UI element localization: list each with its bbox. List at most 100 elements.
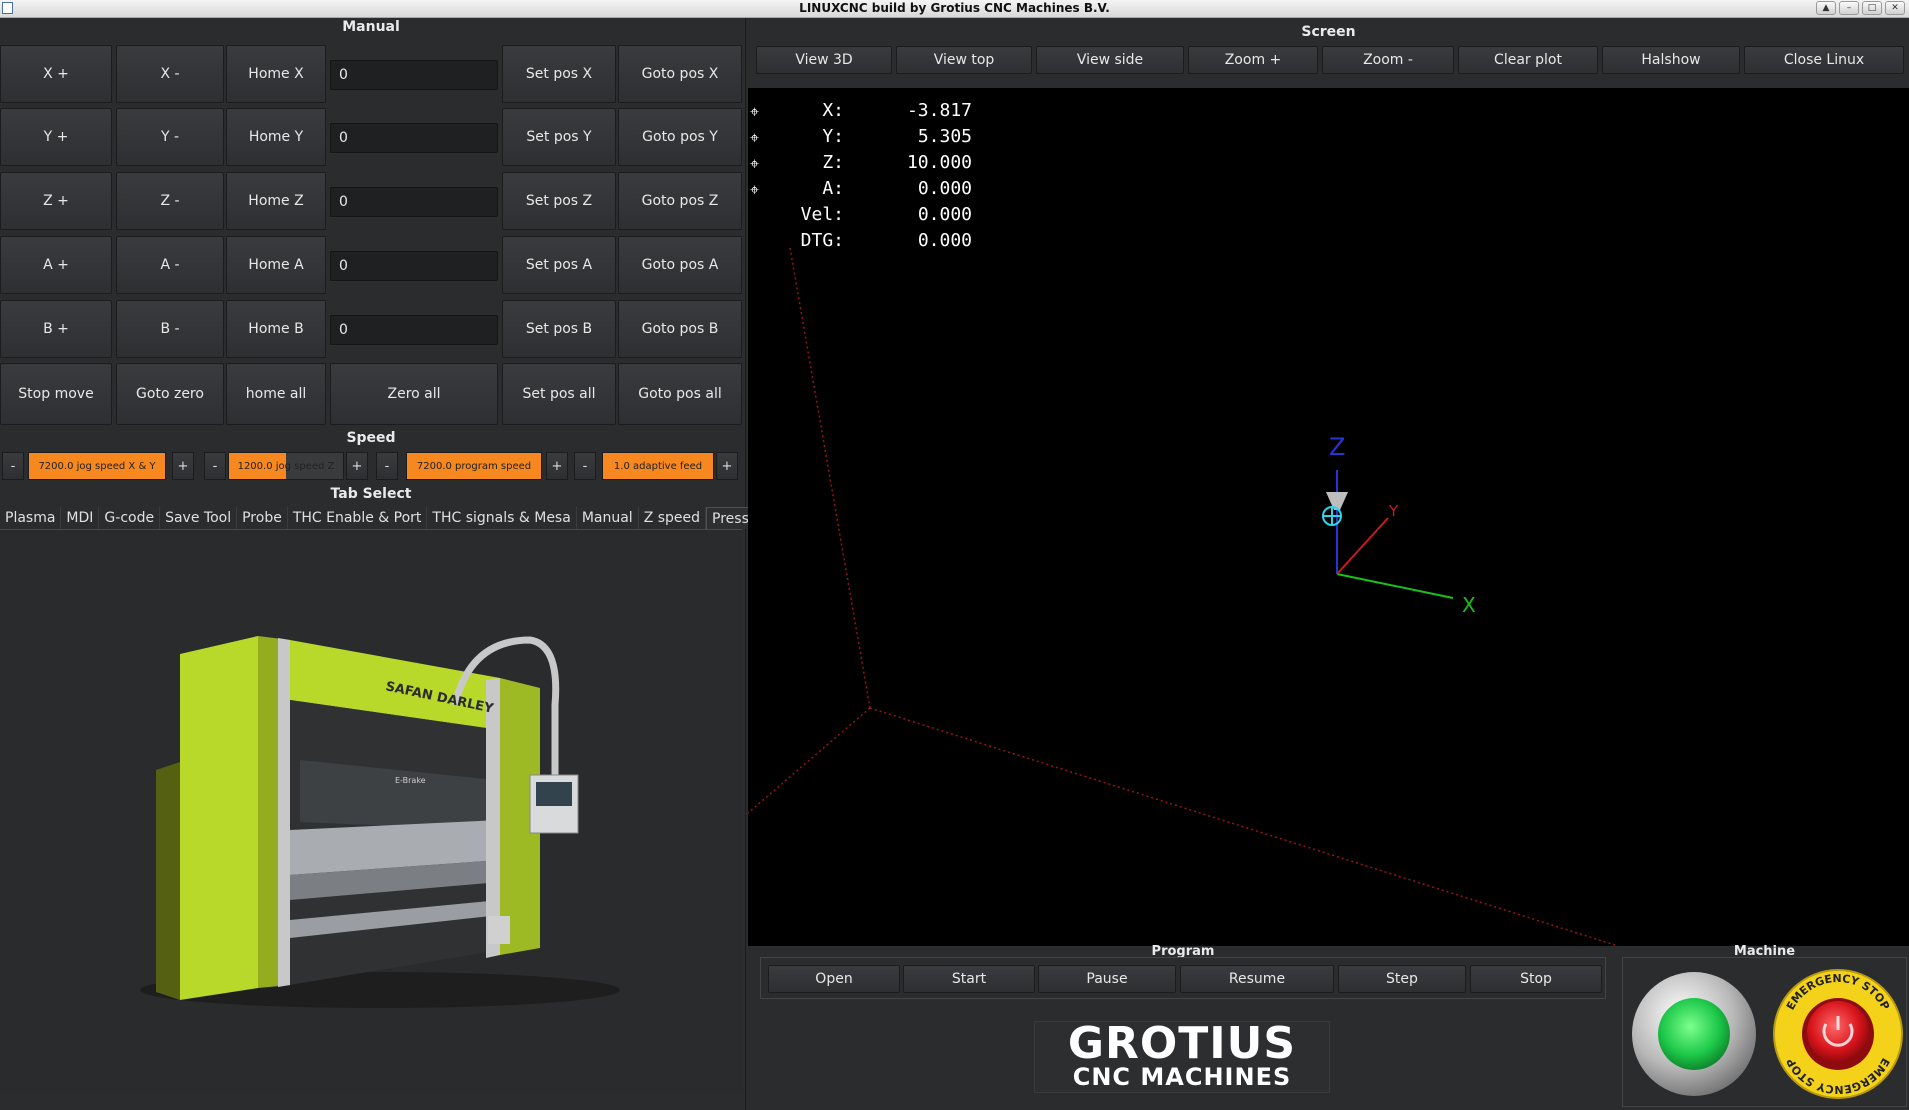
manual-home-button[interactable]: Home A (226, 236, 326, 294)
manual-position-input[interactable]: 0 (330, 315, 498, 345)
set-pos-all-button[interactable]: Set pos all (502, 363, 616, 425)
logo-line2: CNC MACHINES (1072, 1063, 1292, 1091)
program-open-button[interactable]: Open (768, 965, 900, 993)
screen-clear-plot-button[interactable]: Clear plot (1458, 46, 1598, 74)
close-icon[interactable]: ✕ (1885, 1, 1905, 15)
manual-title: Manual (342, 19, 400, 35)
manual-position-input[interactable]: 0 (330, 123, 498, 153)
speed-slider[interactable]: 1200.0 jog speed Z (228, 452, 344, 480)
manual-home-button[interactable]: Home Y (226, 108, 326, 166)
manual-setpos-button[interactable]: Set pos B (502, 300, 616, 358)
manual-home-button[interactable]: Home X (226, 45, 326, 103)
speed-decrease-button[interactable]: - (574, 452, 596, 480)
speed-slider[interactable]: 7200.0 jog speed X & Y (28, 452, 166, 480)
speed-increase-button[interactable]: + (172, 452, 194, 480)
speed-decrease-button[interactable]: - (376, 452, 398, 480)
screen-close-linux-button[interactable]: Close Linux (1744, 46, 1904, 74)
manual-setpos-button[interactable]: Set pos X (502, 45, 616, 103)
tab-save-tool[interactable]: Save Tool (160, 507, 238, 529)
tab-g-code[interactable]: G-code (99, 507, 161, 529)
shade-icon[interactable]: ▲ (1816, 1, 1836, 15)
tab-probe[interactable]: Probe (237, 507, 288, 529)
manual-gotopos-button[interactable]: Goto pos Y (618, 108, 742, 166)
manual-minus-button[interactable]: X - (116, 45, 224, 103)
speed-increase-button[interactable]: + (546, 452, 568, 480)
manual-plus-button[interactable]: Z + (0, 172, 112, 230)
plot-viewport[interactable]: Z Y X ⌖ X: -3.817 ⌖ Y: 5.305 ⌖ Z: 10.000 ⌖ A: 0.000… (748, 88, 1909, 946)
speed-slider-label: 1200.0 jog speed Z (237, 460, 335, 472)
manual-plus-button[interactable]: A + (0, 236, 112, 294)
tab-z-speed[interactable]: Z speed (639, 507, 707, 529)
manual-plus-button[interactable]: B + (0, 300, 112, 358)
manual-plus-button[interactable]: X + (0, 45, 112, 103)
manual-position-input[interactable]: 0 (330, 60, 498, 90)
logo-line1: GROTIUS (1067, 1018, 1297, 1069)
speed-decrease-button[interactable]: - (2, 452, 24, 480)
manual-setpos-button[interactable]: Set pos Y (502, 108, 616, 166)
program-start-button[interactable]: Start (903, 965, 1035, 993)
screen-view-top-button[interactable]: View top (896, 46, 1032, 74)
tab-thc-enable-port[interactable]: THC Enable & Port (288, 507, 428, 529)
machine-on-button[interactable] (1628, 966, 1762, 1100)
dro-label: Z: (822, 152, 844, 173)
speed-decrease-button[interactable]: - (204, 452, 226, 480)
screen-zoom-button[interactable]: Zoom + (1188, 46, 1318, 74)
grotius-logo: GROTIUS CNC MACHINES (1034, 1021, 1330, 1093)
manual-gotopos-button[interactable]: Goto pos B (618, 300, 742, 358)
speed-increase-button[interactable]: + (346, 452, 368, 480)
press-brake-image: SAFAN DARLEY E-Brake (140, 636, 620, 1008)
manual-position-input[interactable]: 0 (330, 251, 498, 281)
green-power-icon (1658, 998, 1730, 1070)
program-stop-button[interactable]: Stop (1470, 965, 1602, 993)
emergency-stop-button[interactable]: EMERGENCY STOP EMERGENCY STOP (1770, 964, 1906, 1100)
manual-gotopos-button[interactable]: Goto pos Z (618, 172, 742, 230)
speed-title: Speed (346, 430, 396, 446)
dro-label: X: (822, 100, 844, 121)
manual-minus-button[interactable]: Z - (116, 172, 224, 230)
press-brake-model: E-Brake (395, 776, 426, 785)
dro-value: -3.817 (906, 100, 972, 121)
z-axis-label: Z (1329, 433, 1345, 461)
screen-halshow-button[interactable]: Halshow (1602, 46, 1740, 74)
manual-minus-button[interactable]: B - (116, 300, 224, 358)
manual-gotopos-button[interactable]: Goto pos X (618, 45, 742, 103)
tab-mdi[interactable]: MDI (61, 507, 100, 529)
goto-pos-all-button[interactable]: Goto pos all (618, 363, 742, 425)
manual-minus-button[interactable]: A - (116, 236, 224, 294)
screen-view-3d-button[interactable]: View 3D (756, 46, 892, 74)
dro-value: 0.000 (917, 204, 972, 225)
dro-value: 10.000 (906, 152, 972, 173)
program-step-button[interactable]: Step (1338, 965, 1466, 993)
screen-title: Screen (1301, 24, 1356, 40)
screen-view-side-button[interactable]: View side (1036, 46, 1184, 74)
speed-slider-label: 7200.0 jog speed X & Y (38, 460, 156, 472)
estop-icon (1807, 1001, 1869, 1063)
homed-indicator-icon: ⌖ (750, 102, 760, 121)
manual-setpos-button[interactable]: Set pos A (502, 236, 616, 294)
y-axis-label: Y (1388, 502, 1399, 520)
home-all-button[interactable]: home all (226, 363, 326, 425)
tab-bar: Plasma MDI G-code Save Tool Probe THC Enable … (0, 507, 799, 529)
maximize-icon[interactable]: □ (1862, 1, 1882, 15)
manual-position-input[interactable]: 0 (330, 187, 498, 217)
tab-plasma[interactable]: Plasma (0, 507, 62, 529)
manual-minus-button[interactable]: Y - (116, 108, 224, 166)
tab-thc-signals-mesa[interactable]: THC signals & Mesa (427, 507, 577, 529)
speed-slider[interactable]: 7200.0 program speed (406, 452, 542, 480)
speed-slider[interactable]: 1.0 adaptive feed (602, 452, 714, 480)
tab-manual[interactable]: Manual (577, 507, 639, 529)
dro-label: A: (822, 178, 844, 199)
speed-increase-button[interactable]: + (716, 452, 738, 480)
program-pause-button[interactable]: Pause (1038, 965, 1176, 993)
manual-home-button[interactable]: Home B (226, 300, 326, 358)
manual-home-button[interactable]: Home Z (226, 172, 326, 230)
manual-gotopos-button[interactable]: Goto pos A (618, 236, 742, 294)
program-resume-button[interactable]: Resume (1180, 965, 1334, 993)
manual-plus-button[interactable]: Y + (0, 108, 112, 166)
minimize-icon[interactable]: – (1839, 1, 1859, 15)
zero-all-button[interactable]: Zero all (330, 363, 498, 425)
stop-move-button[interactable]: Stop move (0, 363, 112, 425)
manual-setpos-button[interactable]: Set pos Z (502, 172, 616, 230)
goto-zero-button[interactable]: Goto zero (116, 363, 224, 425)
screen-zoom-button[interactable]: Zoom - (1322, 46, 1454, 74)
